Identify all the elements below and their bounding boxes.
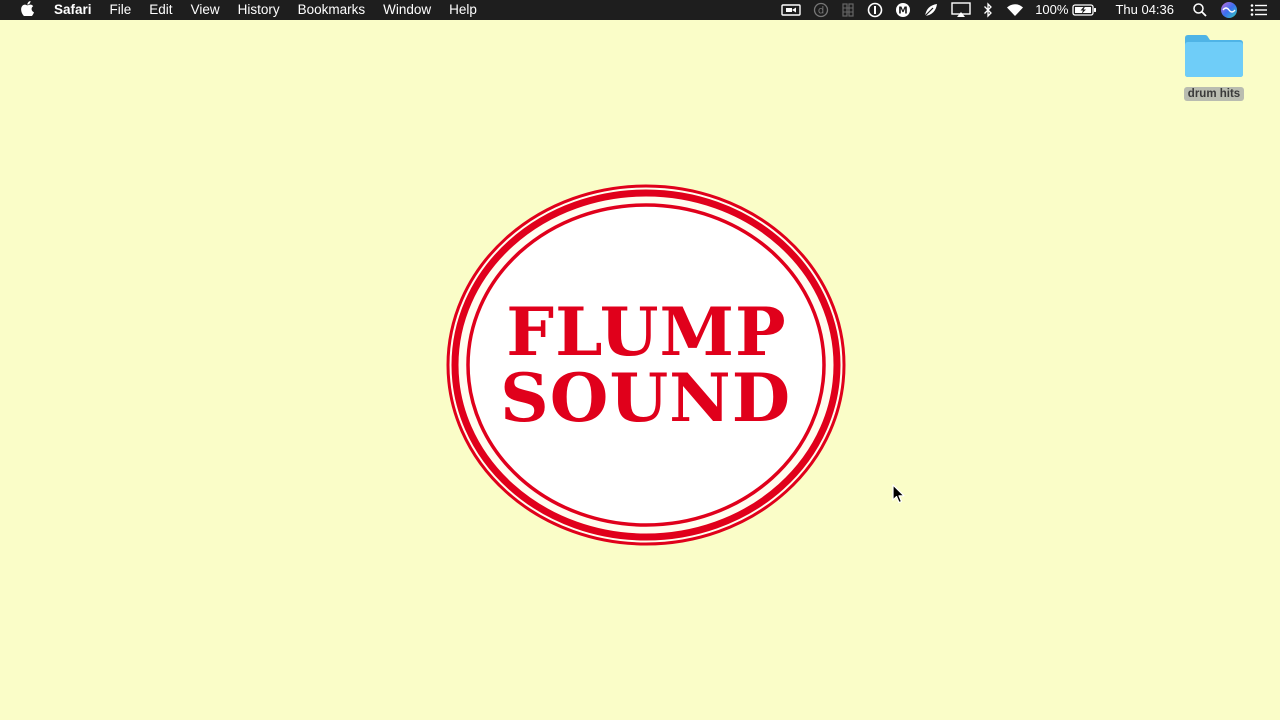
spotlight-icon[interactable] (1192, 0, 1208, 20)
bluetooth-icon[interactable] (983, 0, 993, 20)
mouse-cursor-icon (892, 484, 906, 509)
menu-bar-extras: d M 100% Thu 04:36 (775, 0, 1280, 20)
flump-sound-logo: FLUMP SOUND (444, 183, 848, 547)
stack-icon[interactable] (841, 0, 855, 20)
menu-window[interactable]: Window (374, 0, 440, 20)
menu-bar-left: Safari File Edit View History Bookmarks … (0, 0, 486, 20)
siri-icon[interactable] (1220, 0, 1238, 20)
apple-menu[interactable] (0, 0, 54, 20)
notification-center-icon[interactable] (1250, 0, 1268, 20)
app-menu-safari[interactable]: Safari (54, 0, 101, 20)
menu-edit[interactable]: Edit (140, 0, 181, 20)
menu-file[interactable]: File (101, 0, 141, 20)
menu-clock[interactable]: Thu 04:36 (1115, 0, 1174, 20)
menu-bookmarks[interactable]: Bookmarks (289, 0, 375, 20)
menu-history[interactable]: History (229, 0, 289, 20)
logo-text: FLUMP SOUND (444, 183, 848, 547)
m-circle-icon[interactable]: M (895, 0, 911, 20)
desktop-folder-drum-hits[interactable]: drum hits (1178, 32, 1250, 101)
wifi-icon[interactable] (1005, 0, 1025, 20)
menu-help[interactable]: Help (440, 0, 486, 20)
battery-icon[interactable] (1072, 0, 1097, 20)
folder-label: drum hits (1183, 87, 1245, 101)
svg-text:d: d (818, 6, 824, 17)
svg-text:M: M (898, 6, 907, 17)
menu-view[interactable]: View (182, 0, 229, 20)
apple-icon (20, 1, 34, 19)
onepassword-icon[interactable] (867, 0, 883, 20)
leaf-icon[interactable] (923, 0, 939, 20)
d-circle-icon[interactable]: d (813, 0, 829, 20)
menu-bar: Safari File Edit View History Bookmarks … (0, 0, 1280, 20)
screen-record-icon[interactable] (781, 0, 801, 20)
battery-percent[interactable]: 100% (1035, 0, 1068, 20)
airplay-icon[interactable] (951, 0, 971, 20)
folder-icon (1183, 32, 1245, 83)
logo-line-sound: SOUND (500, 359, 792, 437)
logo-line-flump: FLUMP (505, 293, 787, 371)
